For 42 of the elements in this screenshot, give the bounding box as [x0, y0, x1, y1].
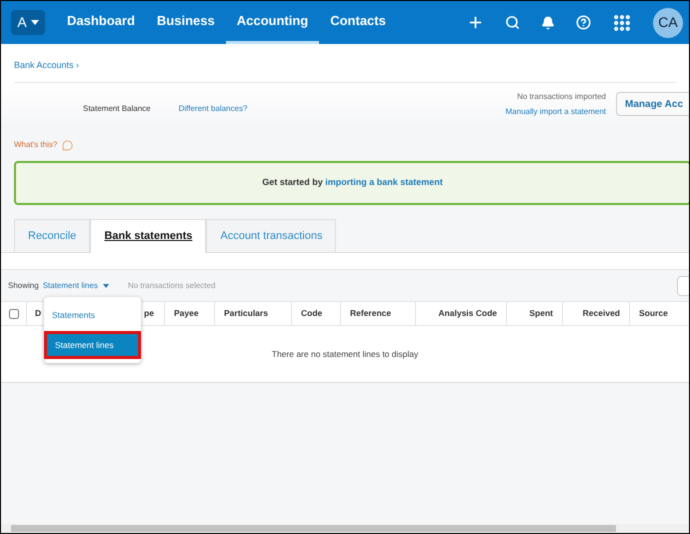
- filter-menu-item[interactable]: Statement lines: [44, 331, 141, 359]
- caret-icon: [30, 20, 39, 25]
- nav-tab[interactable]: Dashboard: [56, 1, 146, 44]
- nav-tab[interactable]: Business: [146, 1, 226, 44]
- speech-bubble-icon: [62, 140, 74, 150]
- column-header[interactable]: Source: [629, 302, 689, 325]
- horizontal-scrollbar[interactable]: [1, 524, 689, 533]
- selection-status: No transactions selected: [128, 280, 216, 292]
- section-tab[interactable]: Reconcile: [14, 219, 90, 253]
- manual-import-link[interactable]: Manually import a statement: [506, 106, 606, 118]
- help-icon[interactable]: [576, 15, 591, 30]
- import-status-text: No transactions imported: [517, 90, 606, 102]
- empty-table-message: There are no statement lines to display: [272, 348, 418, 360]
- search-icon[interactable]: [505, 15, 520, 30]
- column-header[interactable]: Received: [562, 302, 629, 325]
- whats-this-link[interactable]: What's this?: [14, 139, 58, 151]
- different-balances-link[interactable]: Different balances?: [178, 103, 248, 115]
- breadcrumb-link[interactable]: Bank Accounts ›: [14, 60, 80, 70]
- apps-grid-icon[interactable]: [612, 12, 632, 32]
- column-header[interactable]: Reference: [340, 302, 415, 325]
- column-header[interactable]: Particulars: [214, 302, 291, 325]
- caret-icon: [102, 284, 109, 288]
- scrollbar-thumb[interactable]: [11, 525, 616, 532]
- notifications-icon[interactable]: [541, 16, 555, 30]
- add-icon[interactable]: [467, 14, 484, 31]
- banner-message: Get started by importing a bank statement: [262, 176, 443, 190]
- showing-label: Showing: [8, 280, 39, 292]
- org-menu-button[interactable]: A: [11, 10, 45, 35]
- statement-balance-label: Statement Balance: [83, 103, 151, 115]
- section-tab[interactable]: Bank statements: [90, 219, 206, 253]
- filter-dropdown[interactable]: Statement lines: [42, 280, 109, 292]
- nav-tab[interactable]: Contacts: [319, 1, 397, 44]
- filter-menu-item[interactable]: Statements: [44, 301, 141, 329]
- import-statement-link[interactable]: importing a bank statement: [325, 177, 443, 188]
- column-header[interactable]: Spent: [506, 302, 562, 325]
- section-tab[interactable]: Account transactions: [206, 219, 336, 253]
- select-all-checkbox[interactable]: [8, 308, 18, 318]
- column-header[interactable]: Analysis Code: [415, 302, 506, 325]
- user-avatar[interactable]: CA: [653, 8, 683, 38]
- manage-account-button[interactable]: Manage Acc: [616, 92, 689, 116]
- column-header[interactable]: Code: [291, 302, 340, 325]
- column-header[interactable]: Payee: [164, 302, 214, 325]
